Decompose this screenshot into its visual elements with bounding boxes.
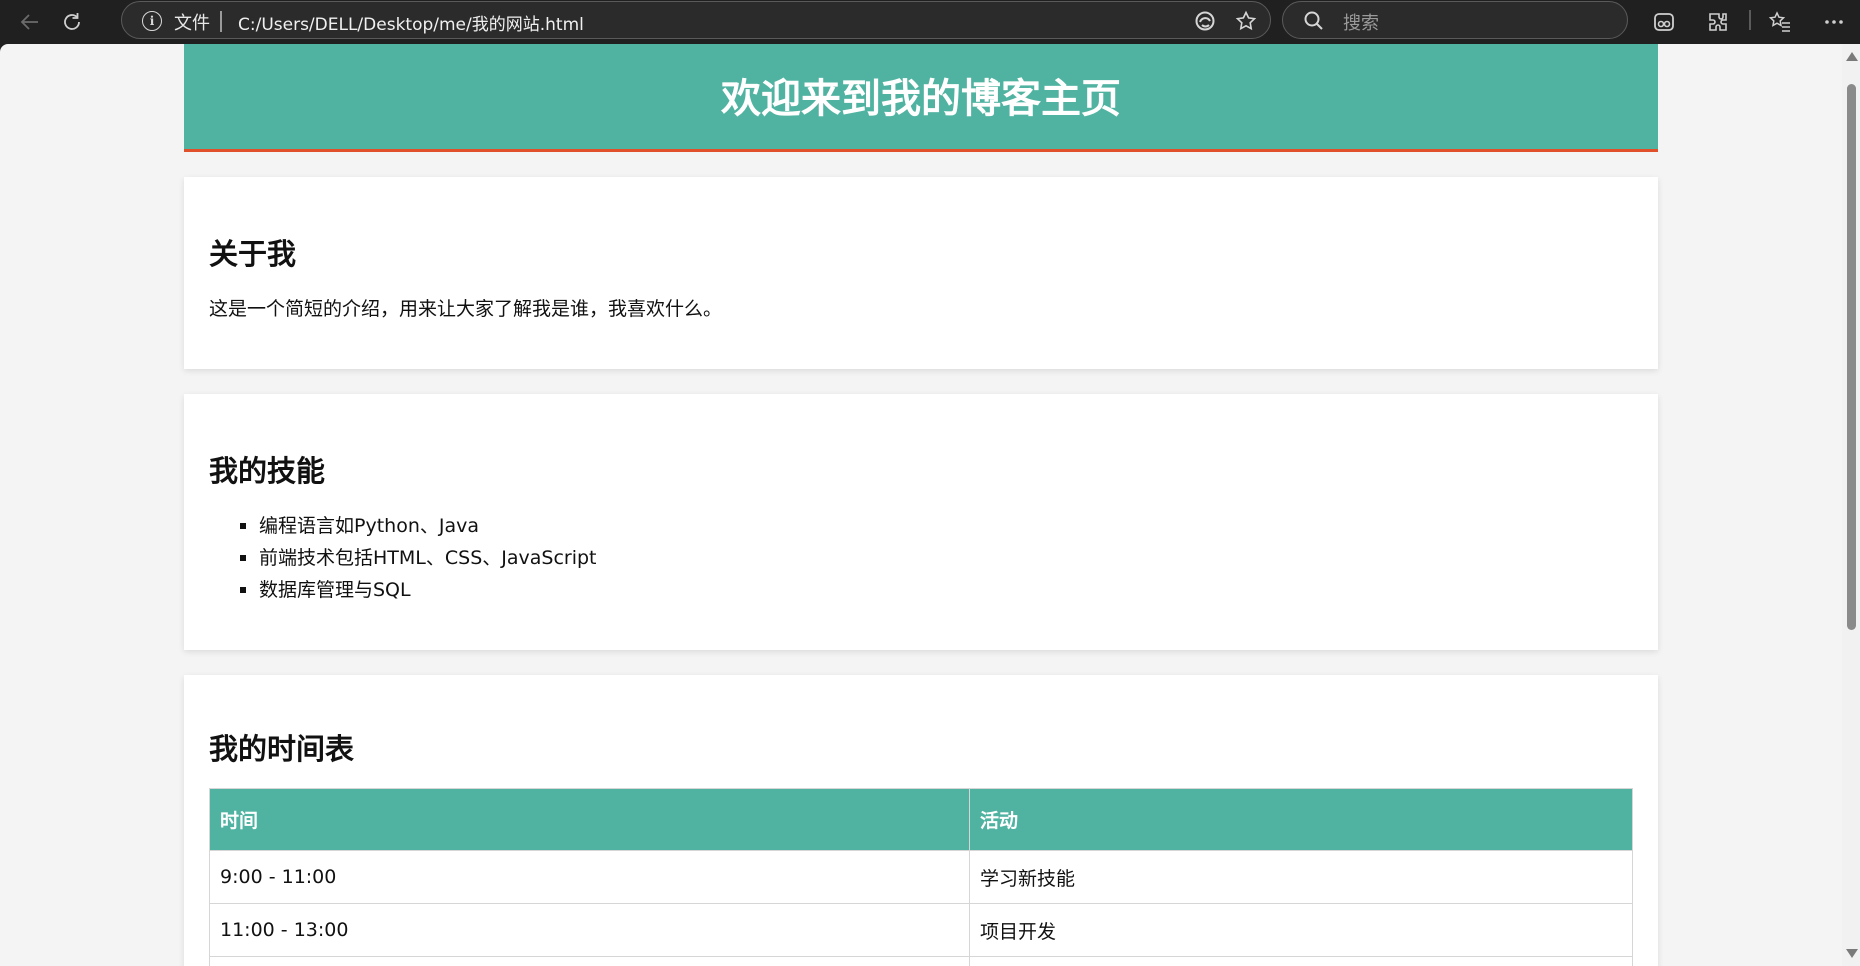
column-header: 活动 — [969, 788, 1633, 851]
about-heading: 关于我 — [209, 237, 297, 271]
about-section: 关于我 这是一个简短的介绍，用来让大家了解我是谁，我喜欢什么。 — [184, 177, 1658, 369]
skills-section: 我的技能 编程语言如Python、Java 前端技术包括HTML、CSS、Jav… — [184, 394, 1658, 650]
table-cell: 9:00 - 11:00 — [209, 850, 970, 904]
scheme-label: 文件 — [174, 13, 210, 34]
page-banner: 欢迎来到我的博客主页 — [184, 44, 1658, 152]
scroll-thumb[interactable] — [1847, 84, 1856, 630]
schedule-section: 我的时间表 时间 活动 9:00 - 11:00 学习新技能 11:00 - 1… — [184, 675, 1658, 966]
extensions-icon[interactable] — [1700, 4, 1736, 40]
list-item: 编程语言如Python、Java — [209, 510, 597, 542]
table-cell — [969, 956, 1633, 966]
info-icon[interactable]: i — [142, 11, 162, 31]
refresh-icon[interactable] — [54, 4, 90, 40]
page-viewport: 欢迎来到我的博客主页 关于我 这是一个简短的介绍，用来让大家了解我是谁，我喜欢什… — [0, 44, 1842, 966]
url-text[interactable]: C:/Users/DELL/Desktop/me/我的网站.html — [238, 10, 584, 35]
about-text: 这是一个简短的介绍，用来让大家了解我是谁，我喜欢什么。 — [209, 298, 723, 320]
list-item: 数据库管理与SQL — [209, 574, 597, 606]
table-cell: 11:00 - 13:00 — [209, 903, 970, 957]
column-header: 时间 — [209, 788, 970, 851]
favorites-icon[interactable] — [1762, 4, 1798, 40]
search-icon — [1304, 11, 1323, 30]
skills-heading: 我的技能 — [209, 454, 326, 488]
copilot-icon[interactable] — [1646, 4, 1682, 40]
table-header-row: 时间 活动 — [209, 788, 1633, 851]
schedule-heading: 我的时间表 — [209, 732, 355, 766]
favorite-star-icon[interactable] — [1233, 9, 1259, 33]
table-row: 9:00 - 11:00 学习新技能 — [209, 850, 1633, 904]
skills-list: 编程语言如Python、Java 前端技术包括HTML、CSS、JavaScri… — [209, 510, 597, 606]
scroll-down-icon[interactable] — [1846, 949, 1858, 958]
back-arrow-icon[interactable] — [12, 4, 48, 40]
table-row — [209, 956, 1633, 966]
search-box[interactable]: 搜索 — [1282, 1, 1628, 39]
table-cell: 项目开发 — [969, 903, 1633, 957]
table-cell — [209, 956, 970, 966]
schedule-table: 时间 活动 9:00 - 11:00 学习新技能 11:00 - 13:00 项… — [209, 788, 1633, 966]
browser-toolbar: i 文件 C:/Users/DELL/Desktop/me/我的网站.html … — [0, 0, 1860, 44]
scroll-up-icon[interactable] — [1846, 52, 1858, 61]
address-divider — [220, 11, 222, 32]
vertical-scrollbar[interactable] — [1842, 44, 1860, 966]
table-row: 11:00 - 13:00 项目开发 — [209, 903, 1633, 957]
table-cell: 学习新技能 — [969, 850, 1633, 904]
page-title: 欢迎来到我的博客主页 — [721, 75, 1121, 122]
search-placeholder[interactable]: 搜索 — [1343, 9, 1379, 35]
list-item: 前端技术包括HTML、CSS、JavaScript — [209, 542, 597, 574]
toolbar-divider — [1749, 10, 1751, 30]
more-icon[interactable] — [1816, 4, 1852, 40]
read-aloud-icon[interactable] — [1192, 9, 1218, 33]
address-bar[interactable]: i 文件 C:/Users/DELL/Desktop/me/我的网站.html — [121, 1, 1271, 39]
